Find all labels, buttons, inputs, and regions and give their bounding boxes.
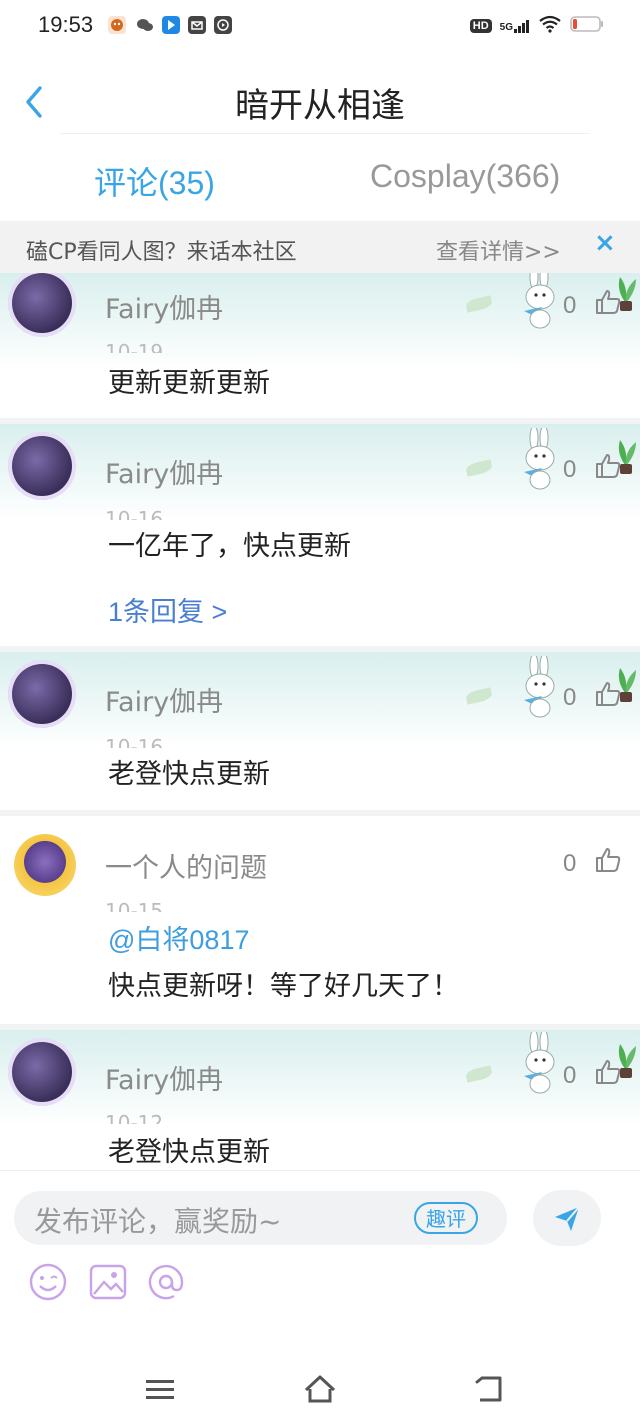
thumbs-up-icon[interactable] bbox=[594, 846, 622, 874]
status-time: 19:53 bbox=[38, 12, 94, 37]
image-icon[interactable] bbox=[88, 1262, 128, 1302]
promo-detail-link[interactable]: 查看详情>> bbox=[436, 234, 561, 266]
like-count: 0 bbox=[563, 292, 577, 319]
wechat-icon bbox=[136, 16, 154, 34]
comment-text: 老登快点更新 bbox=[108, 759, 270, 790]
comment-username[interactable]: Fairy伽冉 bbox=[105, 452, 223, 491]
video-app-icon bbox=[214, 16, 232, 34]
avatar[interactable] bbox=[12, 273, 72, 333]
comment-username[interactable]: 一个人的问题 bbox=[105, 846, 267, 885]
comment-card[interactable]: Fairy伽冉 10-16 0 老登快点更新 bbox=[0, 652, 640, 816]
avatar[interactable] bbox=[12, 1042, 72, 1102]
avatar[interactable] bbox=[14, 834, 76, 896]
tab-comments[interactable]: 评论(35) bbox=[94, 158, 215, 204]
comment-username[interactable]: Fairy伽冉 bbox=[105, 1058, 223, 1097]
send-button[interactable] bbox=[533, 1190, 601, 1246]
bunny-decoration-icon bbox=[524, 656, 555, 718]
header-divider bbox=[60, 133, 590, 134]
comment-username[interactable]: Fairy伽冉 bbox=[105, 680, 223, 719]
comment-text: 一亿年了，快点更新 bbox=[108, 531, 351, 562]
network-type: 5G bbox=[499, 22, 513, 33]
menu-icon[interactable] bbox=[143, 1372, 177, 1406]
hd-badge: HD bbox=[469, 19, 492, 33]
comment-date: 10-19 bbox=[105, 340, 164, 353]
like-count: 0 bbox=[563, 684, 577, 711]
tab-cosplay[interactable]: Cosplay(366) bbox=[370, 158, 560, 195]
status-indicators: HD 5G bbox=[469, 14, 604, 38]
comment-date: 10-15 bbox=[105, 899, 164, 912]
promo-close-button[interactable]: × bbox=[594, 228, 616, 258]
comment-card[interactable]: 一个人的问题 10-15 0 @白将0817 快点更新呀！等了好几天了！ bbox=[0, 816, 640, 1030]
comment-text: 快点更新呀！等了好几天了！ bbox=[108, 971, 459, 1002]
battery-icon bbox=[570, 15, 604, 37]
promo-text: 磕CP看同人图？来话本社区 bbox=[26, 240, 297, 265]
comment-text: 更新更新更新 bbox=[108, 368, 270, 399]
bunny-decoration-icon bbox=[524, 428, 555, 490]
comment-date: 10-16 bbox=[105, 507, 164, 520]
plant-decoration-icon bbox=[618, 1044, 636, 1078]
home-icon[interactable] bbox=[303, 1372, 337, 1406]
mail-icon bbox=[188, 16, 206, 34]
at-icon[interactable] bbox=[146, 1262, 186, 1302]
blue-app-icon bbox=[162, 16, 180, 34]
comment-card[interactable]: Fairy伽冉 10-19 0 更新更新更新 bbox=[0, 273, 640, 424]
monkey-app-icon bbox=[108, 16, 126, 34]
like-count: 0 bbox=[563, 1062, 577, 1089]
quping-button[interactable]: 趣评 bbox=[414, 1202, 478, 1234]
wifi-icon bbox=[538, 15, 562, 37]
comment-text: 老登快点更新 bbox=[108, 1137, 270, 1168]
back-icon[interactable] bbox=[472, 1372, 506, 1406]
avatar[interactable] bbox=[12, 436, 72, 496]
bunny-decoration-icon bbox=[524, 1032, 555, 1094]
avatar[interactable] bbox=[12, 664, 72, 724]
reply-count-link[interactable]: 1条回复 > bbox=[108, 590, 227, 629]
plant-decoration-icon bbox=[618, 668, 636, 702]
plant-decoration-icon bbox=[618, 440, 636, 474]
like-count: 0 bbox=[563, 850, 577, 877]
comment-input-placeholder[interactable]: 发布评论，赢奖励~ bbox=[34, 1200, 281, 1240]
comment-card[interactable]: Fairy伽冉 10-12 0 老登快点更新 bbox=[0, 1030, 640, 1170]
bunny-decoration-icon bbox=[524, 273, 555, 329]
emoji-icon[interactable] bbox=[28, 1262, 68, 1302]
page-title: 暗开从相逢 bbox=[235, 86, 405, 126]
like-count: 0 bbox=[563, 456, 577, 483]
comment-username[interactable]: Fairy伽冉 bbox=[105, 287, 223, 326]
mention-link[interactable]: @白将0817 bbox=[108, 918, 249, 957]
plant-decoration-icon bbox=[618, 277, 636, 311]
comment-date: 10-12 bbox=[105, 1111, 164, 1124]
comment-card[interactable]: Fairy伽冉 10-16 0 一亿年了，快点更新 1条回复 > bbox=[0, 424, 640, 652]
send-icon bbox=[555, 1206, 580, 1231]
signal-icon: 5G bbox=[500, 19, 530, 33]
comment-date: 10-16 bbox=[105, 735, 164, 748]
